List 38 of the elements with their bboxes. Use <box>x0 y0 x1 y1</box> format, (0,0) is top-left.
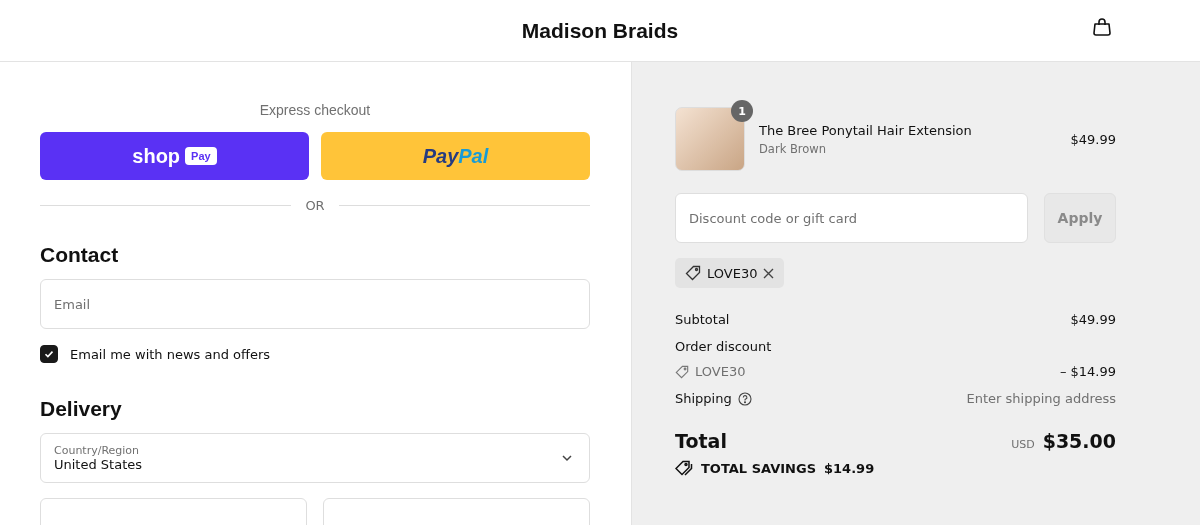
store-name[interactable]: Madison Braids <box>521 18 679 43</box>
help-icon[interactable] <box>737 391 752 406</box>
tag-icon <box>685 265 701 281</box>
shipping-value: Enter shipping address <box>966 391 1116 406</box>
order-discount-label: Order discount <box>675 339 772 354</box>
newsletter-label: Email me with news and offers <box>70 346 271 362</box>
email-field[interactable]: Email <box>40 279 590 329</box>
total-label: Total <box>675 430 727 452</box>
subtotal-label: Subtotal <box>675 312 730 327</box>
product-name: The Bree Ponytail Hair Extension <box>759 122 973 138</box>
total-value: $35.00 <box>1042 430 1116 452</box>
product-price: $49.99 <box>1070 131 1116 147</box>
country-select[interactable]: Country/Region United States <box>40 433 590 483</box>
total-savings-label: TOTAL SAVINGS <box>701 460 816 476</box>
discount-code-text: LOVE30 <box>695 364 746 379</box>
shopping-bag-icon[interactable] <box>1091 16 1113 38</box>
or-divider-text: OR <box>305 198 325 213</box>
close-icon[interactable] <box>763 267 775 279</box>
newsletter-checkbox[interactable] <box>40 345 58 363</box>
quantity-badge: 1 <box>731 100 753 122</box>
currency-code: USD <box>1011 438 1035 451</box>
shipping-label: Shipping <box>675 391 732 406</box>
delivery-heading: Delivery <box>40 397 123 421</box>
tags-icon <box>675 460 693 476</box>
shop-pay-button[interactable]: shop Pay <box>40 132 309 180</box>
discount-value: – $14.99 <box>1059 364 1116 379</box>
subtotal-value: $49.99 <box>1070 312 1116 327</box>
tag-icon <box>675 364 689 379</box>
chevron-down-icon <box>561 454 573 462</box>
checkmark-icon <box>43 348 55 360</box>
discount-tag: LOVE30 <box>675 258 785 288</box>
contact-heading: Contact <box>40 243 120 267</box>
product-variant: Dark Brown <box>759 141 828 156</box>
paypal-button[interactable]: PayPal <box>321 132 590 180</box>
express-checkout-title: Express checkout <box>259 102 371 118</box>
product-photo-placeholder <box>675 107 745 171</box>
discount-code-field[interactable]: Discount code or gift card <box>675 193 1028 243</box>
total-savings-value: $14.99 <box>824 460 875 476</box>
